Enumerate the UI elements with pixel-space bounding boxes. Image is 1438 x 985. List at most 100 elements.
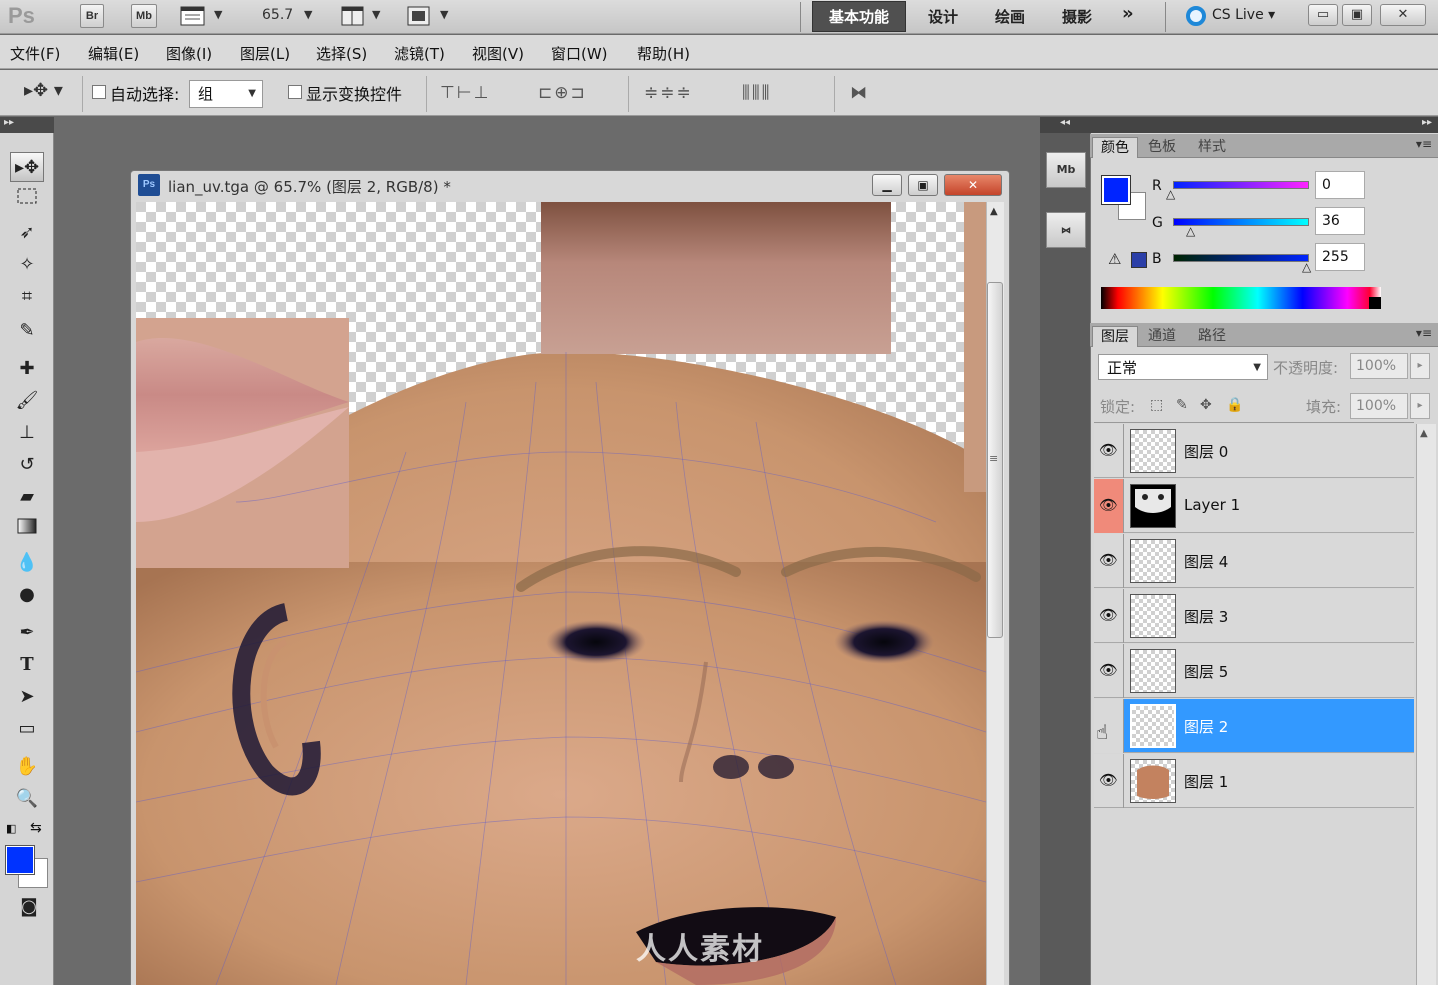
fill-field[interactable]: 100% <box>1350 393 1408 419</box>
blend-mode-dropdown[interactable]: 正常 ▼ <box>1098 354 1268 380</box>
quick-mask-icon[interactable]: ◙ <box>12 892 46 922</box>
minibridge-panel-button[interactable]: Mb <box>1046 152 1086 188</box>
scroll-up-arrow-icon[interactable]: ▲ <box>990 206 998 217</box>
tab-color[interactable]: 颜色 <box>1092 137 1138 158</box>
visibility-eye-icon[interactable]: 👁 <box>1094 479 1124 533</box>
doc-minimize-button[interactable]: ▁ <box>872 174 902 196</box>
more-workspaces-button[interactable]: » <box>1122 3 1134 24</box>
history-brush-tool-icon[interactable]: ↺ <box>10 450 44 480</box>
marquee-tool-icon[interactable] <box>10 186 44 216</box>
path-selection-tool-icon[interactable]: ➤ <box>10 682 44 712</box>
align-top-edges-icon[interactable]: ⊤⊢⊥ <box>440 83 490 103</box>
green-slider-handle[interactable]: △ <box>1186 224 1195 238</box>
gamut-color-swatch[interactable] <box>1131 252 1147 268</box>
launch-bridge-button[interactable]: Br <box>80 4 104 28</box>
gradient-tool-icon[interactable] <box>10 516 44 546</box>
screen-mode-dropdown-icon[interactable]: ▼ <box>440 8 448 21</box>
cs-live-menu[interactable]: CS Live ▾ <box>1212 7 1275 23</box>
align-left-edges-icon[interactable]: ⊏⊕⊐ <box>538 83 587 103</box>
eyedropper-tool-icon[interactable]: ✎ <box>10 316 44 346</box>
swap-colors-icon[interactable]: ⇆ <box>30 820 42 836</box>
pen-tool-icon[interactable]: ✒ <box>10 618 44 648</box>
red-slider-handle[interactable]: △ <box>1166 187 1175 201</box>
green-value-field[interactable]: 36 <box>1315 207 1365 235</box>
workspace-photography[interactable]: 摄影 <box>1062 6 1092 27</box>
distribute-horizontal-icon[interactable]: ⫼⫼⫼ <box>742 83 771 103</box>
brush-tool-icon[interactable]: 🖌 <box>10 386 44 416</box>
layer-name[interactable]: 图层 3 <box>1184 606 1228 627</box>
menu-select[interactable]: 选择(S) <box>316 43 367 64</box>
info-panel-icon[interactable]: ⑅ <box>1046 212 1086 248</box>
lock-transparency-icon[interactable]: ⬚ <box>1150 397 1163 413</box>
healing-brush-tool-icon[interactable]: ✚ <box>10 354 44 384</box>
blur-tool-icon[interactable]: 💧 <box>10 548 44 578</box>
workspace-design[interactable]: 设计 <box>928 6 958 27</box>
blue-slider-handle[interactable]: △ <box>1302 260 1311 274</box>
quick-selection-tool-icon[interactable]: ✧ <box>10 250 44 280</box>
auto-select-target-dropdown[interactable]: 组 ▼ <box>189 80 263 108</box>
auto-select-checkbox[interactable] <box>92 85 106 99</box>
minimize-button[interactable]: ▭ <box>1308 4 1338 26</box>
blue-slider[interactable] <box>1173 254 1309 262</box>
zoom-tool-icon[interactable]: 🔍 <box>10 784 44 814</box>
lock-all-icon[interactable]: 🔒 <box>1226 397 1243 413</box>
tools-panel-collapse[interactable]: ▸▸ <box>0 117 54 133</box>
layer-row[interactable]: 👁 Layer 1 <box>1094 479 1414 533</box>
move-tool-preset-icon[interactable]: ▸✥ ▾ <box>24 80 63 101</box>
dodge-tool-icon[interactable]: ● <box>10 580 44 610</box>
zoom-level[interactable]: 65.7 <box>262 7 293 23</box>
menu-filter[interactable]: 滤镜(T) <box>394 43 445 64</box>
layers-panel-menu-icon[interactable]: ▾≡ <box>1416 326 1432 340</box>
visibility-eye-icon[interactable]: 👁 <box>1094 424 1124 478</box>
menu-help[interactable]: 帮助(H) <box>637 43 690 64</box>
doc-maximize-button[interactable]: ▣ <box>908 174 938 196</box>
menu-edit[interactable]: 编辑(E) <box>88 43 139 64</box>
restore-button[interactable]: ▣ <box>1342 4 1372 26</box>
visibility-eye-icon[interactable]: 👁 <box>1094 644 1124 698</box>
layer-row[interactable]: 👁 图层 1 <box>1094 754 1414 808</box>
layers-scrollbar[interactable] <box>1416 424 1436 985</box>
menu-view[interactable]: 视图(V) <box>472 43 524 64</box>
menu-layer[interactable]: 图层(L) <box>240 43 290 64</box>
foreground-color-swatch[interactable] <box>5 845 35 875</box>
panel-group-collapse-icon[interactable]: ▸▸ <box>1090 117 1438 133</box>
show-transform-controls-checkbox[interactable] <box>288 85 302 99</box>
tab-channels[interactable]: 通道 <box>1140 326 1184 347</box>
workspace-essentials[interactable]: 基本功能 <box>812 1 906 32</box>
spectrum-black-white-icon[interactable] <box>1369 297 1381 309</box>
arrange-dropdown-icon[interactable]: ▼ <box>372 8 380 21</box>
visibility-eye-icon[interactable]: 👁 <box>1094 754 1124 808</box>
tab-layers[interactable]: 图层 <box>1092 326 1138 347</box>
close-button[interactable]: ✕ <box>1380 4 1426 26</box>
layer-row[interactable]: 👁 图层 5 <box>1094 644 1414 698</box>
view-extras-icon[interactable] <box>180 5 205 27</box>
panel-menu-icon[interactable]: ▾≡ <box>1416 137 1432 151</box>
layer-row[interactable]: 👁 图层 0 <box>1094 424 1414 478</box>
zoom-dropdown-icon[interactable]: ▼ <box>304 8 312 21</box>
layer-name[interactable]: 图层 1 <box>1184 771 1228 792</box>
menu-file[interactable]: 文件(F) <box>10 43 60 64</box>
rectangle-tool-icon[interactable]: ▭ <box>10 714 44 744</box>
layer-name[interactable]: 图层 4 <box>1184 551 1228 572</box>
tab-paths[interactable]: 路径 <box>1190 326 1234 347</box>
opacity-field[interactable]: 100% <box>1350 353 1408 379</box>
layer-name[interactable]: Layer 1 <box>1184 496 1240 514</box>
layer-name[interactable]: 图层 2 <box>1184 716 1228 737</box>
lasso-tool-icon[interactable]: ➶ <box>10 218 44 248</box>
launch-minibridge-button[interactable]: Mb <box>131 4 157 28</box>
fill-slider-button[interactable]: ▸ <box>1410 393 1430 419</box>
tab-swatches[interactable]: 色板 <box>1140 137 1184 158</box>
arrange-documents-icon[interactable] <box>340 5 364 27</box>
clone-stamp-tool-icon[interactable]: ⊥ <box>10 418 44 448</box>
layer-row-selected[interactable]: 图层 2 <box>1094 699 1414 753</box>
workspace-painting[interactable]: 绘画 <box>995 6 1025 27</box>
dock-collapse-icon[interactable]: ◂◂ <box>1040 117 1090 133</box>
default-colors-icon[interactable]: ◧ <box>6 822 16 835</box>
layer-name[interactable]: 图层 0 <box>1184 441 1228 462</box>
layer-name[interactable]: 图层 5 <box>1184 661 1228 682</box>
lock-position-icon[interactable]: ✥ <box>1200 397 1212 413</box>
menu-image[interactable]: 图像(I) <box>166 43 212 64</box>
visibility-eye-icon[interactable]: 👁 <box>1094 589 1124 643</box>
lock-image-pixels-icon[interactable]: ✎ <box>1176 397 1188 413</box>
out-of-gamut-warning-icon[interactable]: ⚠ <box>1108 250 1121 268</box>
